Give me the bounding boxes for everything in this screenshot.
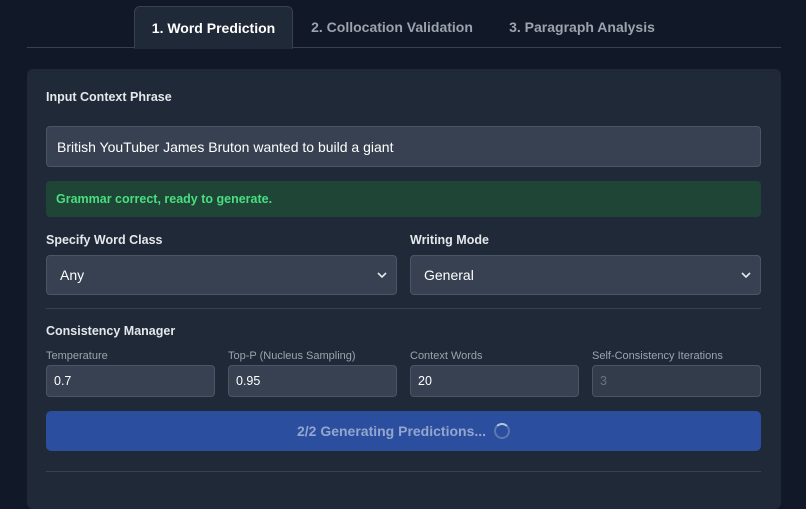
word-prediction-panel: Input Context Phrase British YouTuber Ja… bbox=[27, 69, 781, 509]
writing-mode-value: General bbox=[424, 267, 474, 283]
temperature-label: Temperature bbox=[46, 350, 108, 362]
top-p-input[interactable]: 0.95 bbox=[228, 365, 397, 397]
spinner-icon bbox=[494, 423, 511, 439]
grammar-status-banner: Grammar correct, ready to generate. bbox=[46, 181, 761, 217]
chevron-down-icon bbox=[741, 272, 751, 279]
context-words-label: Context Words bbox=[410, 350, 483, 362]
word-class-value: Any bbox=[60, 267, 85, 283]
chevron-down-icon bbox=[377, 272, 387, 279]
word-class-select[interactable]: Any bbox=[46, 255, 397, 295]
consistency-manager-title: Consistency Manager bbox=[46, 324, 176, 338]
divider bbox=[46, 308, 761, 309]
context-phrase-input[interactable]: British YouTuber James Bruton wanted to … bbox=[46, 126, 761, 167]
tab-word-prediction[interactable]: 1. Word Prediction bbox=[134, 6, 293, 49]
writing-mode-label: Writing Mode bbox=[410, 233, 489, 247]
self-consistency-value: 3 bbox=[600, 374, 607, 388]
context-words-value: 20 bbox=[418, 374, 432, 388]
context-phrase-label: Input Context Phrase bbox=[46, 90, 172, 104]
writing-mode-select[interactable]: General bbox=[410, 255, 761, 295]
tab-collocation-validation[interactable]: 2. Collocation Validation bbox=[299, 6, 485, 48]
tab-bar: 1. Word Prediction 2. Collocation Valida… bbox=[27, 6, 781, 49]
grammar-status-text: Grammar correct, ready to generate. bbox=[56, 192, 273, 206]
tab-paragraph-analysis[interactable]: 3. Paragraph Analysis bbox=[497, 6, 667, 48]
context-words-input[interactable]: 20 bbox=[410, 365, 579, 397]
temperature-input[interactable]: 0.7 bbox=[46, 365, 215, 397]
top-p-value: 0.95 bbox=[236, 374, 261, 388]
generate-button-label: 2/2 Generating Predictions... bbox=[296, 423, 487, 439]
temperature-value: 0.7 bbox=[54, 374, 72, 388]
generate-predictions-button[interactable]: 2/2 Generating Predictions... bbox=[46, 411, 761, 451]
word-class-label: Specify Word Class bbox=[46, 233, 163, 247]
self-consistency-input: 3 bbox=[592, 365, 761, 397]
self-consistency-label: Self-Consistency Iterations bbox=[592, 350, 723, 362]
top-p-label: Top-P (Nucleus Sampling) bbox=[228, 350, 356, 362]
context-phrase-value: British YouTuber James Bruton wanted to … bbox=[57, 138, 394, 155]
divider bbox=[46, 471, 761, 472]
